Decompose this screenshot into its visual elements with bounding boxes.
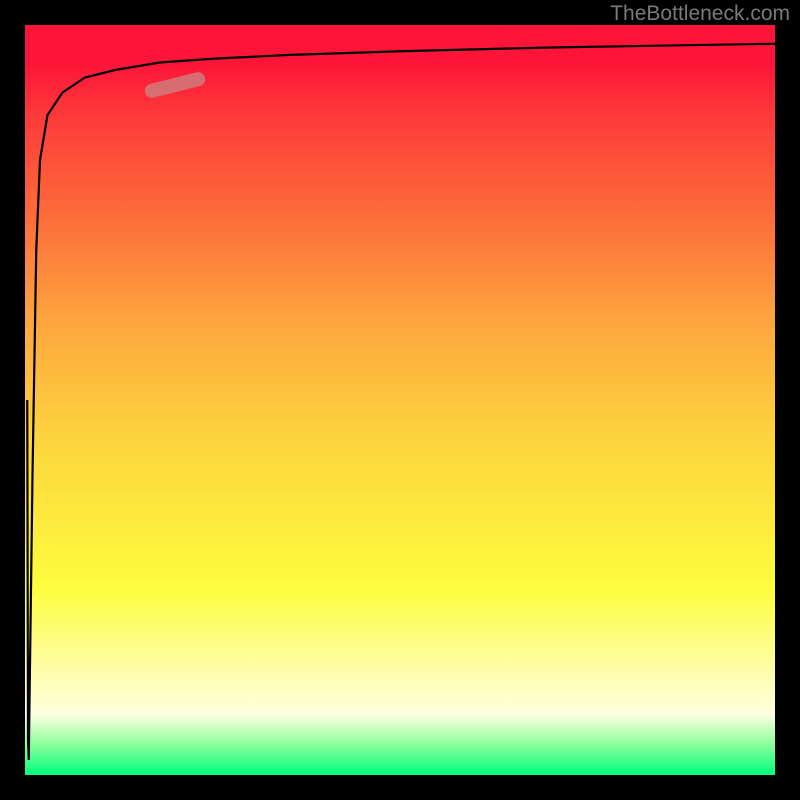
plot-gradient-area	[25, 25, 775, 775]
watermark-text: TheBottleneck.com	[610, 2, 790, 26]
chart-container: TheBottleneck.com	[0, 0, 800, 800]
